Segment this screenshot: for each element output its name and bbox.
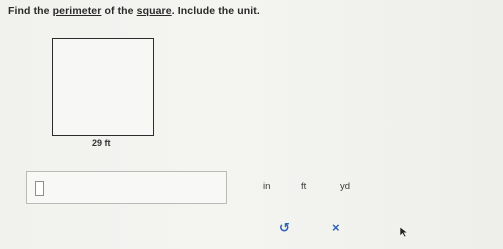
- answer-actions: ↺ ×: [242, 212, 397, 249]
- prompt-text-start: Find the: [8, 5, 53, 17]
- question-prompt: Find the perimeter of the square. Includ…: [8, 5, 260, 17]
- unit-ft-button[interactable]: ft: [301, 181, 306, 192]
- perimeter-link[interactable]: perimeter: [53, 5, 102, 17]
- unit-yd-button[interactable]: yd: [340, 181, 350, 192]
- unit-choices: in ft yd: [242, 170, 397, 206]
- clear-button[interactable]: ×: [332, 221, 340, 234]
- square-figure: [52, 38, 154, 136]
- side-length-label: 29 ft: [92, 138, 111, 148]
- answer-input[interactable]: [35, 181, 44, 196]
- prompt-text-end: . Include the unit.: [171, 5, 260, 17]
- undo-button[interactable]: ↺: [279, 221, 290, 234]
- unit-in-button[interactable]: in: [263, 181, 270, 192]
- prompt-text-middle: of the: [101, 5, 137, 17]
- answer-area[interactable]: [26, 171, 227, 204]
- mouse-pointer-icon: [399, 226, 409, 238]
- square-link[interactable]: square: [137, 5, 172, 17]
